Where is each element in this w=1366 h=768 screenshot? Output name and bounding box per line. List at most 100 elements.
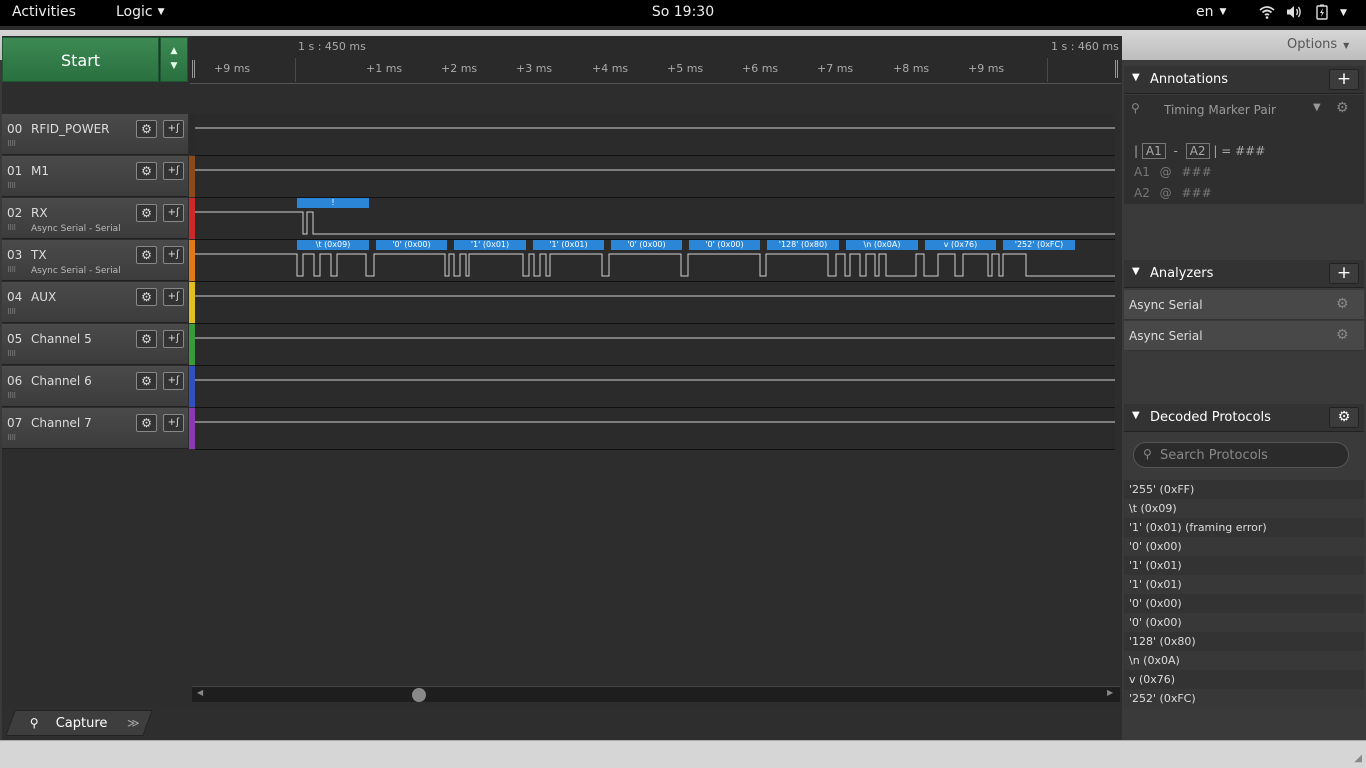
- drag-handle-icon[interactable]: ⠿⠿: [7, 350, 16, 358]
- decode-bubble[interactable]: '0' (0x00): [376, 240, 447, 250]
- decoded-protocols-header[interactable]: ▼ Decoded Protocols ⚙: [1124, 404, 1364, 432]
- collapse-triangle-icon[interactable]: ▼: [1132, 410, 1140, 421]
- activities-button[interactable]: Activities: [12, 4, 76, 20]
- options-menu-button[interactable]: Options ▼: [1287, 37, 1349, 52]
- analyzer-item[interactable]: Async Serial ⚙: [1124, 290, 1364, 320]
- decoded-settings-gear-icon[interactable]: ⚙: [1329, 407, 1359, 428]
- decoded-protocol-row[interactable]: '0' (0x00): [1124, 594, 1364, 613]
- decode-bubble[interactable]: '128' (0x80): [767, 240, 839, 250]
- gear-icon[interactable]: ⚙: [1336, 327, 1349, 343]
- analyzer-item[interactable]: Async Serial ⚙: [1124, 321, 1364, 351]
- scroll-right-icon[interactable]: ▶: [1107, 688, 1113, 697]
- channel-label[interactable]: 06 Channel 6 ⠿⠿ ⚙ +ʃ: [2, 366, 188, 407]
- channel-name[interactable]: Channel 6: [31, 374, 92, 388]
- collapse-triangle-icon[interactable]: ▼: [1132, 266, 1140, 277]
- channel-trigger-edge-icon[interactable]: +ʃ: [163, 372, 184, 390]
- channel-settings-gear-icon[interactable]: ⚙: [136, 330, 157, 348]
- channel-label[interactable]: 01 M1 ⠿⠿ ⚙ +ʃ: [2, 156, 188, 197]
- app-menu-button[interactable]: Logic ▼: [116, 4, 165, 20]
- channel-label[interactable]: 05 Channel 5 ⠿⠿ ⚙ +ʃ: [2, 324, 188, 365]
- volume-icon[interactable]: [1286, 4, 1303, 24]
- drag-handle-icon[interactable]: ⠿⠿: [7, 224, 16, 232]
- wifi-icon[interactable]: [1259, 4, 1275, 24]
- drag-handle-icon[interactable]: ⠿⠿: [7, 434, 16, 442]
- decoded-protocol-row[interactable]: '252' (0xFC): [1124, 689, 1364, 708]
- time-ruler[interactable]: 1 s : 450 ms 1 s : 460 ms +9 ms +1 ms +2 ms +…: [190, 36, 1121, 84]
- decode-bubble[interactable]: '252' (0xFC): [1003, 240, 1075, 250]
- channel-settings-gear-icon[interactable]: ⚙: [136, 414, 157, 432]
- decoded-protocol-row[interactable]: \t (0x09): [1124, 499, 1364, 518]
- channel-waveform[interactable]: [195, 366, 1115, 408]
- channel-trigger-edge-icon[interactable]: +ʃ: [163, 288, 184, 306]
- language-selector[interactable]: en ▼: [1196, 4, 1226, 20]
- decode-bubble[interactable]: '0' (0x00): [611, 240, 682, 250]
- channel-settings-gear-icon[interactable]: ⚙: [136, 288, 157, 306]
- decode-bubble[interactable]: v (0x76): [925, 240, 996, 250]
- decoded-protocol-row[interactable]: '1' (0x01): [1124, 556, 1364, 575]
- annotations-header[interactable]: ▼ Annotations +: [1124, 66, 1364, 94]
- decode-bubble[interactable]: '1' (0x01): [533, 240, 604, 250]
- channel-trigger-edge-icon[interactable]: +ʃ: [163, 204, 184, 222]
- channel-label[interactable]: 07 Channel 7 ⠿⠿ ⚙ +ʃ: [2, 408, 188, 449]
- clock[interactable]: So 19:30: [652, 4, 714, 20]
- channel-name[interactable]: AUX: [31, 290, 56, 304]
- decoded-protocol-row[interactable]: '255' (0xFF): [1124, 480, 1364, 499]
- channel-trigger-edge-icon[interactable]: +ʃ: [163, 330, 184, 348]
- channel-waveform[interactable]: \t (0x09) '0' (0x00) '1' (0x01) '1' (0x01) '…: [195, 240, 1115, 282]
- resize-grip-icon[interactable]: ◢: [1354, 753, 1362, 764]
- channel-label[interactable]: 04 AUX ⠿⠿ ⚙ +ʃ: [2, 282, 188, 323]
- channel-trigger-edge-icon[interactable]: +ʃ: [163, 120, 184, 138]
- decoded-protocol-row[interactable]: '128' (0x80): [1124, 632, 1364, 651]
- decoded-protocol-row[interactable]: '1' (0x01): [1124, 575, 1364, 594]
- channel-waveform[interactable]: [195, 156, 1115, 198]
- channel-trigger-edge-icon[interactable]: +ʃ: [163, 246, 184, 264]
- drag-handle-icon[interactable]: ⠿⠿: [7, 266, 16, 274]
- protocol-search-input[interactable]: [1160, 446, 1340, 464]
- system-menu-chevron-icon[interactable]: ▼: [1340, 8, 1347, 18]
- drag-handle-icon[interactable]: ⠿⠿: [7, 308, 16, 316]
- channel-name[interactable]: RX: [31, 206, 48, 220]
- marker-settings-gear-icon[interactable]: ⚙: [1336, 100, 1349, 116]
- channel-settings-gear-icon[interactable]: ⚙: [136, 162, 157, 180]
- drag-handle-icon[interactable]: ⠿⠿: [7, 140, 16, 148]
- add-analyzer-button[interactable]: +: [1329, 263, 1359, 284]
- channel-label[interactable]: 03 TX Async Serial - Serial ⠿⠿ ⚙ +ʃ: [2, 240, 188, 281]
- decode-bubble[interactable]: '1' (0x01): [454, 240, 526, 250]
- gear-icon[interactable]: ⚙: [1336, 296, 1349, 312]
- more-tabs-icon[interactable]: ≫: [127, 716, 140, 730]
- protocol-search-box[interactable]: ⚲: [1133, 442, 1349, 468]
- channel-settings-gear-icon[interactable]: ⚙: [136, 120, 157, 138]
- decoded-protocol-row[interactable]: v (0x76): [1124, 670, 1364, 689]
- channel-name[interactable]: RFID_POWER: [31, 122, 110, 136]
- channel-label[interactable]: 00 RFID_POWER ⠿⠿ ⚙ +ʃ: [2, 114, 188, 155]
- channel-name[interactable]: Channel 7: [31, 416, 92, 430]
- decoded-protocol-row[interactable]: \n (0x0A): [1124, 651, 1364, 670]
- channel-settings-gear-icon[interactable]: ⚙: [136, 246, 157, 264]
- channel-trigger-edge-icon[interactable]: +ʃ: [163, 414, 184, 432]
- decode-bubble[interactable]: !: [297, 198, 369, 208]
- channel-waveform[interactable]: !: [195, 198, 1115, 240]
- decode-bubble[interactable]: \t (0x09): [297, 240, 369, 250]
- channel-settings-gear-icon[interactable]: ⚙: [136, 204, 157, 222]
- channel-name[interactable]: M1: [31, 164, 49, 178]
- collapse-triangle-icon[interactable]: ▼: [1132, 72, 1140, 83]
- decoded-protocol-row[interactable]: '1' (0x01) (framing error): [1124, 518, 1364, 537]
- scroll-left-icon[interactable]: ◀: [197, 688, 203, 697]
- start-options-button[interactable]: ▲ ▼: [160, 37, 188, 82]
- analyzers-header[interactable]: ▼ Analyzers +: [1124, 260, 1364, 288]
- add-annotation-button[interactable]: +: [1329, 69, 1359, 90]
- marker-pair-label[interactable]: Timing Marker Pair: [1164, 103, 1276, 117]
- decoded-protocol-row[interactable]: '0' (0x00): [1124, 613, 1364, 632]
- channel-waveform[interactable]: [195, 408, 1115, 450]
- decode-bubble[interactable]: \n (0x0A): [846, 240, 918, 250]
- channel-label[interactable]: 02 RX Async Serial - Serial ⠿⠿ ⚙ +ʃ: [2, 198, 188, 239]
- channel-settings-gear-icon[interactable]: ⚙: [136, 372, 157, 390]
- drag-handle-icon[interactable]: ⠿⠿: [7, 182, 16, 190]
- channel-name[interactable]: TX: [31, 248, 47, 262]
- scroll-thumb[interactable]: [412, 688, 426, 702]
- marker-dropdown-icon[interactable]: ▼: [1313, 102, 1321, 113]
- channel-trigger-edge-icon[interactable]: +ʃ: [163, 162, 184, 180]
- channel-waveform[interactable]: [195, 114, 1115, 156]
- channel-name[interactable]: Channel 5: [31, 332, 92, 346]
- decode-bubble[interactable]: '0' (0x00): [689, 240, 760, 250]
